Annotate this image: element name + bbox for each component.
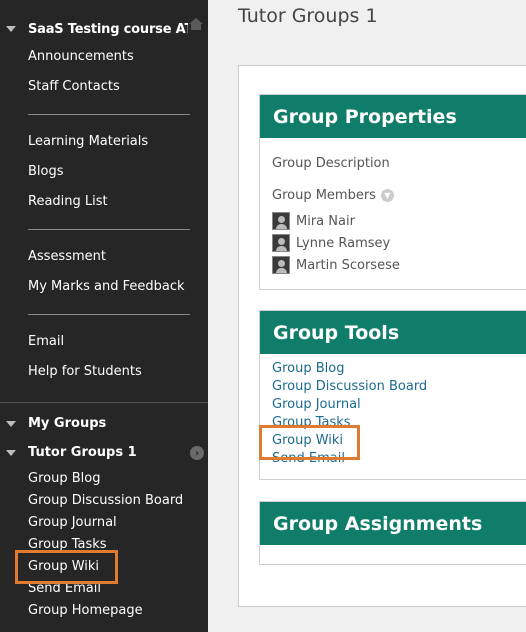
member-name: Martin Scorsese	[296, 257, 400, 273]
tutor-groups-header[interactable]: Tutor Groups 1	[6, 445, 137, 460]
tool-group-blog[interactable]: Group Blog	[272, 361, 344, 376]
nav-divider	[28, 314, 190, 315]
collapse-triangle-icon[interactable]	[6, 420, 16, 427]
sub-group-homepage[interactable]: Group Homepage	[28, 603, 143, 618]
nav-reading-list[interactable]: Reading List	[28, 194, 108, 209]
nav-announcements[interactable]: Announcements	[28, 49, 134, 64]
group-assignments-header: Group Assignments	[260, 502, 526, 545]
nav-blogs[interactable]: Blogs	[28, 164, 64, 179]
course-title-text: SaaS Testing course AT04	[28, 21, 188, 37]
group-assignments-module: Group Assignments	[259, 501, 526, 565]
member-item: Mira Nair	[272, 212, 355, 230]
collapse-triangle-icon[interactable]	[6, 26, 16, 32]
sub-group-discussion-board[interactable]: Group Discussion Board	[28, 493, 183, 508]
member-item: Martin Scorsese	[272, 256, 400, 274]
nav-learning-materials[interactable]: Learning Materials	[28, 134, 148, 149]
group-tools-header: Group Tools	[260, 311, 526, 354]
nav-email[interactable]: Email	[28, 334, 64, 349]
member-name: Lynne Ramsey	[296, 235, 391, 251]
avatar	[272, 256, 290, 274]
nav-divider	[28, 229, 190, 230]
arrow-right-icon[interactable]: ›	[190, 446, 204, 460]
nav-assessment[interactable]: Assessment	[28, 249, 106, 264]
member-item: Lynne Ramsey	[272, 234, 390, 252]
nav-help-for-students[interactable]: Help for Students	[28, 364, 142, 379]
my-groups-header[interactable]: My Groups	[6, 416, 106, 431]
tool-group-discussion-board[interactable]: Group Discussion Board	[272, 379, 427, 394]
tools-wiki-highlight	[259, 425, 360, 460]
section-divider	[0, 402, 208, 403]
nav-divider	[28, 114, 190, 115]
home-icon[interactable]	[188, 16, 204, 32]
avatar	[272, 212, 290, 230]
avatar	[272, 234, 290, 252]
group-members-text: Group Members	[272, 188, 376, 203]
my-groups-label: My Groups	[28, 416, 107, 431]
sidebar-wiki-highlight	[15, 550, 118, 584]
chevron-down-icon[interactable]: ▼	[380, 189, 394, 202]
page-title: Tutor Groups 1	[238, 5, 378, 27]
nav-my-marks[interactable]: My Marks and Feedback	[28, 279, 185, 294]
sub-group-journal[interactable]: Group Journal	[28, 515, 117, 530]
nav-staff-contacts[interactable]: Staff Contacts	[28, 79, 120, 94]
course-title[interactable]: SaaS Testing course AT04	[6, 19, 202, 39]
sub-group-blog[interactable]: Group Blog	[28, 471, 100, 486]
course-sidebar: SaaS Testing course AT04 Announcements S…	[0, 0, 208, 632]
group-members-label: Group Members ▼	[272, 188, 394, 203]
collapse-triangle-icon[interactable]	[6, 449, 16, 456]
group-description-label: Group Description	[272, 156, 390, 171]
tool-group-journal[interactable]: Group Journal	[272, 397, 361, 412]
member-name: Mira Nair	[296, 213, 355, 229]
group-properties-header: Group Properties	[260, 95, 526, 138]
tutor-groups-label: Tutor Groups 1	[28, 445, 137, 460]
